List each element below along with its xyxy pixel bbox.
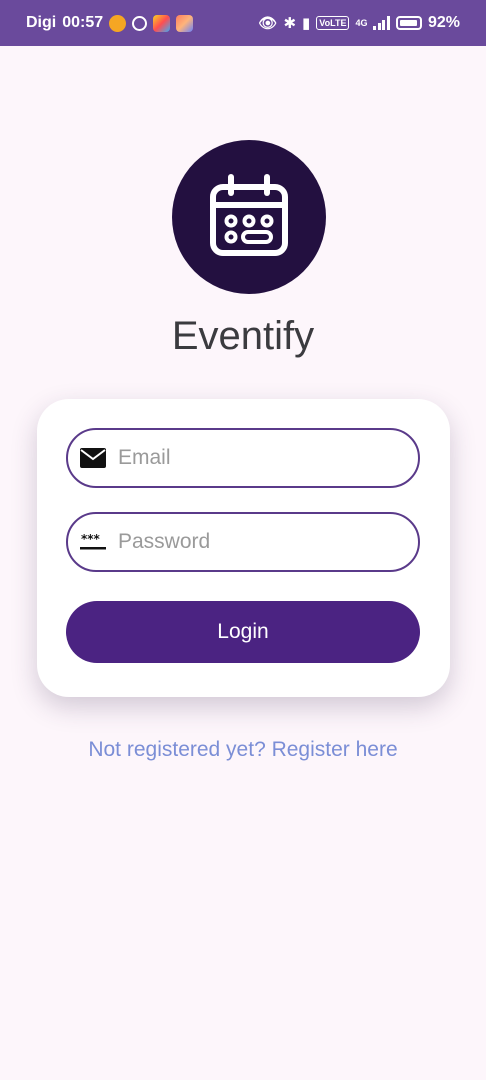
battery-percent: 92% (427, 14, 460, 31)
register-link[interactable]: Not registered yet? Register here (0, 738, 486, 762)
sync-notification-icon (132, 15, 148, 31)
envelope-icon (80, 445, 106, 471)
login-card: *** Login (37, 399, 450, 697)
password-field[interactable]: *** (66, 512, 420, 572)
network-type: 4G (355, 18, 368, 28)
svg-text:***: *** (81, 533, 101, 546)
weibo-notification-icon (109, 14, 127, 32)
app-title: Eventify (171, 314, 315, 358)
login-button[interactable]: Login (66, 601, 420, 663)
app-logo (172, 140, 326, 294)
eye-icon: 👁 (258, 14, 278, 32)
bluetooth-icon: ✱ (283, 14, 297, 32)
status-bar-right: 👁 ✱ ▮ VoLTE 4G 92% (258, 14, 460, 32)
password-dots-icon: *** (80, 529, 106, 555)
email-input[interactable] (118, 446, 378, 470)
calendar-icon (210, 174, 288, 256)
status-bar: Digi 00:57 👁 ✱ ▮ VoLTE 4G 92% (0, 0, 486, 46)
password-input[interactable] (118, 530, 378, 554)
battery-icon (395, 16, 422, 30)
email-field[interactable] (66, 428, 420, 488)
clock: 00:57 (62, 14, 104, 31)
signal-icon (373, 16, 390, 30)
carrier-label: Digi (26, 14, 57, 31)
volte-badge: VoLTE (316, 16, 350, 30)
app-notification-icon (153, 14, 171, 32)
status-bar-left: Digi 00:57 (26, 14, 194, 32)
app-notification-icon-2 (176, 14, 194, 32)
vibrate-icon: ▮ (302, 14, 311, 32)
